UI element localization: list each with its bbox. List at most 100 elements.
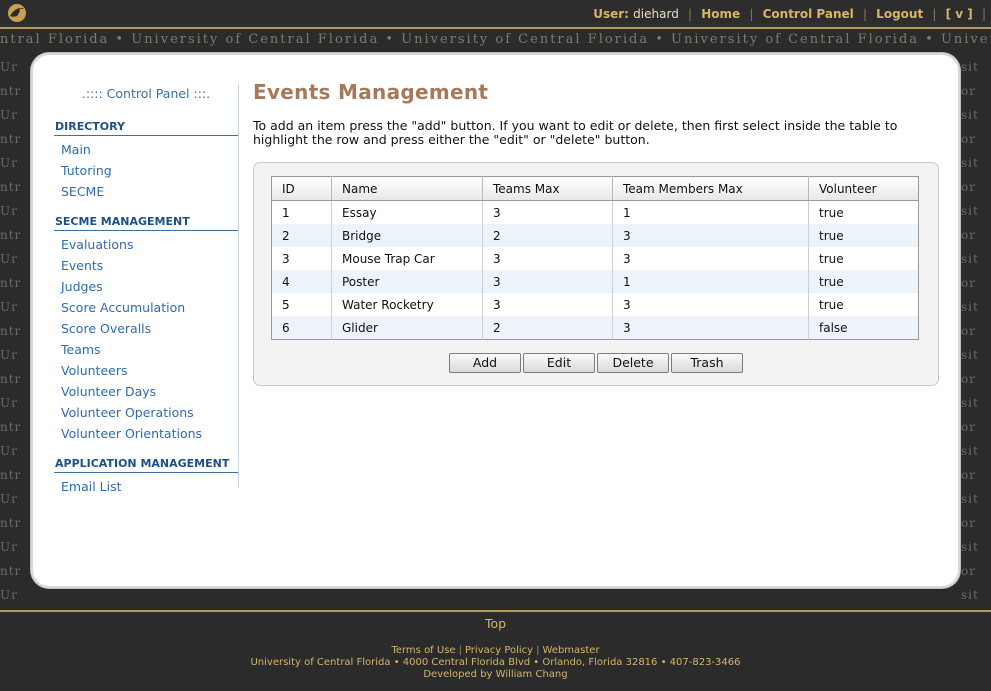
table-cell[interactable]: 1: [612, 270, 809, 293]
side-texture-text: or: [961, 228, 976, 242]
table-cell[interactable]: 2: [271, 224, 332, 247]
table-cell[interactable]: 5: [271, 293, 332, 316]
page-title: Events Management: [253, 80, 489, 104]
v-link[interactable]: [ v ]: [946, 7, 973, 21]
nav-separator: |: [932, 7, 937, 21]
table-row[interactable]: 1 Essay 3 1 true: [271, 200, 919, 225]
table-row[interactable]: 3 Mouse Trap Car 3 3 true: [271, 247, 919, 270]
table-cell[interactable]: true: [808, 270, 919, 293]
table-cell[interactable]: Essay: [331, 200, 483, 224]
control-panel-sidebar: .:::: Control Panel :::. DIRECTORY Main Tu…: [54, 84, 239, 494]
sidebar-item-score-accumulation[interactable]: Score Accumulation: [54, 297, 238, 318]
events-grid-container: ID Name Teams Max Team Members Max Volun…: [253, 162, 939, 386]
edit-button[interactable]: Edit: [523, 353, 595, 373]
control-panel-link[interactable]: Control Panel: [763, 7, 854, 21]
column-header-id[interactable]: ID: [271, 176, 332, 201]
table-cell[interactable]: 3: [612, 247, 809, 270]
nav-separator: |: [688, 7, 693, 21]
table-cell[interactable]: 3: [612, 224, 809, 247]
sidebar-item-score-overalls[interactable]: Score Overalls: [54, 318, 238, 339]
side-texture-text: sit: [961, 60, 979, 74]
side-texture-text: sit: [961, 588, 979, 602]
column-header-volunteer[interactable]: Volunteer: [808, 176, 919, 201]
intro-text: To add an item press the "add" button. I…: [253, 118, 898, 147]
sidebar-sections: DIRECTORY Main Tutoring SECME SECME MANAGEME…: [54, 120, 238, 497]
table-cell[interactable]: Poster: [331, 270, 483, 293]
side-texture-text: sit: [961, 348, 979, 362]
ucf-pegasus-logo-icon[interactable]: [6, 3, 28, 23]
table-cell[interactable]: 6: [271, 316, 332, 340]
sidebar-item-tutoring[interactable]: Tutoring: [54, 160, 238, 181]
column-header-teams-max[interactable]: Teams Max: [482, 176, 613, 201]
table-cell[interactable]: 1: [271, 200, 332, 224]
webmaster-link[interactable]: Webmaster: [542, 645, 599, 656]
table-cell[interactable]: true: [808, 224, 919, 247]
sidebar-item-evaluations[interactable]: Evaluations: [54, 234, 238, 255]
sidebar-item-secme[interactable]: SECME: [54, 181, 238, 202]
table-cell[interactable]: 1: [612, 200, 809, 224]
side-texture-text: sit: [961, 108, 979, 122]
table-cell[interactable]: 2: [482, 224, 613, 247]
side-texture-text: Ur: [0, 588, 18, 602]
table-cell[interactable]: 3: [482, 200, 613, 224]
table-cell[interactable]: 3: [612, 316, 809, 340]
sidebar-item-email-list[interactable]: Email List: [54, 476, 238, 497]
sidebar-item-volunteers[interactable]: Volunteers: [54, 360, 238, 381]
top-link[interactable]: Top: [0, 616, 991, 631]
terms-link[interactable]: Terms of Use: [391, 645, 455, 656]
table-cell[interactable]: 4: [271, 270, 332, 293]
table-cell[interactable]: 3: [482, 247, 613, 270]
side-texture-text: or: [961, 468, 976, 482]
side-texture-text: or: [961, 372, 976, 386]
add-button[interactable]: Add: [449, 353, 521, 373]
sidebar-item-volunteer-orientations[interactable]: Volunteer Orientations: [54, 423, 238, 444]
table-row[interactable]: 4 Poster 3 1 true: [271, 270, 919, 293]
table-cell[interactable]: Water Rocketry: [331, 293, 483, 316]
sidebar-item-main[interactable]: Main: [54, 139, 238, 160]
sidebar-item-teams[interactable]: Teams: [54, 339, 238, 360]
sidebar-section-heading: DIRECTORY: [54, 120, 238, 136]
sidebar-item-volunteer-operations[interactable]: Volunteer Operations: [54, 402, 238, 423]
sidebar-item-volunteer-days[interactable]: Volunteer Days: [54, 381, 238, 402]
logout-link[interactable]: Logout: [876, 7, 923, 21]
events-table: ID Name Teams Max Team Members Max Volun…: [271, 176, 919, 340]
table-cell[interactable]: true: [809, 293, 919, 316]
side-texture-text: or: [961, 516, 976, 530]
home-link[interactable]: Home: [701, 7, 740, 21]
grid-button-bar: Add Edit Delete Trash: [449, 352, 745, 373]
table-cell[interactable]: Mouse Trap Car: [331, 247, 483, 270]
trash-button[interactable]: Trash: [671, 353, 743, 373]
side-texture-text: sit: [961, 252, 979, 266]
column-header-name[interactable]: Name: [331, 176, 483, 201]
delete-button[interactable]: Delete: [597, 353, 669, 373]
table-cell[interactable]: true: [809, 201, 919, 225]
footer: Terms of Use | Privacy Policy | Webmaster Un…: [0, 645, 991, 681]
table-cell[interactable]: 3: [482, 293, 613, 316]
table-cell[interactable]: 3: [271, 247, 332, 270]
nav-separator: |: [862, 7, 867, 21]
footer-address: University of Central Florida • 4000 Cen…: [250, 657, 741, 668]
side-texture-text: or: [961, 564, 976, 578]
table-cell[interactable]: Glider: [331, 316, 483, 340]
footer-separator: |: [458, 645, 462, 656]
table-cell[interactable]: false: [808, 316, 919, 340]
column-header-team-members-max[interactable]: Team Members Max: [612, 176, 809, 201]
side-texture-text: or: [961, 420, 976, 434]
table-cell[interactable]: true: [809, 247, 919, 270]
table-cell[interactable]: 3: [482, 270, 613, 293]
divider: [0, 610, 991, 612]
table-cell[interactable]: 2: [482, 316, 613, 340]
privacy-link[interactable]: Privacy Policy: [465, 645, 533, 656]
top-bar: User: diehard | Home | Control Panel | L…: [0, 0, 991, 29]
sidebar-item-events[interactable]: Events: [54, 255, 238, 276]
side-texture-text: or: [961, 276, 976, 290]
side-texture-text: sit: [961, 540, 979, 554]
table-row[interactable]: 5 Water Rocketry 3 3 true: [271, 293, 919, 316]
sidebar-item-judges[interactable]: Judges: [54, 276, 238, 297]
table-row[interactable]: 6 Glider 2 3 false: [271, 316, 919, 340]
footer-developer: Developed by William Chang: [423, 669, 568, 680]
table-cell[interactable]: Bridge: [331, 224, 483, 247]
table-row[interactable]: 2 Bridge 2 3 true: [271, 224, 919, 247]
table-cell[interactable]: 3: [612, 293, 809, 316]
user-name: diehard: [633, 7, 679, 21]
